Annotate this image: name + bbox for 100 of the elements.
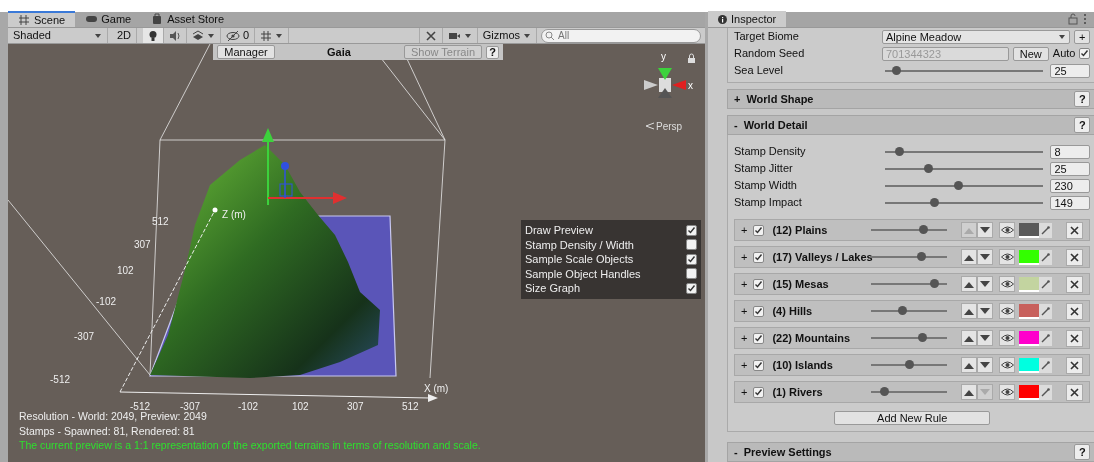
slider[interactable] <box>885 69 1044 72</box>
move-down-button[interactable] <box>977 222 994 238</box>
help-button[interactable]: ? <box>1074 444 1091 460</box>
move-up-button[interactable] <box>961 249 978 265</box>
eyedropper-button[interactable] <box>1039 384 1053 400</box>
move-up-button[interactable] <box>961 384 978 400</box>
slider-thumb[interactable] <box>916 252 926 261</box>
slider[interactable] <box>885 167 1044 170</box>
expand-toggle[interactable]: + <box>741 329 748 347</box>
eyedropper-button[interactable] <box>1039 249 1053 265</box>
scene-tab[interactable]: Game <box>75 11 142 27</box>
checkbox[interactable] <box>753 224 765 236</box>
checkbox[interactable] <box>753 332 765 344</box>
help-button[interactable]: ? <box>1074 91 1091 107</box>
eyedropper-button[interactable] <box>1039 330 1053 346</box>
number-field[interactable]: 8 <box>1050 144 1091 159</box>
color-swatch[interactable] <box>1019 303 1040 319</box>
color-swatch[interactable] <box>1019 330 1040 346</box>
visibility-button[interactable] <box>999 249 1016 265</box>
move-up-button[interactable] <box>961 303 978 319</box>
lock-icon[interactable] <box>688 53 695 63</box>
perspective-icon[interactable] <box>645 122 655 130</box>
expand-toggle[interactable]: - <box>734 116 738 134</box>
color-swatch[interactable] <box>1019 384 1040 400</box>
tools-button[interactable] <box>418 28 443 43</box>
inspector-tab[interactable]: Inspector <box>708 11 787 27</box>
color-swatch[interactable] <box>1019 357 1040 373</box>
number-field[interactable]: 25 <box>1050 161 1091 176</box>
checkbox[interactable] <box>753 305 765 317</box>
checkbox[interactable] <box>753 386 765 398</box>
biome-dropdown[interactable]: Alpine Meadow <box>882 29 1070 44</box>
expand-toggle[interactable]: + <box>741 221 748 239</box>
slider[interactable] <box>885 201 1044 204</box>
slider-thumb[interactable] <box>897 306 907 315</box>
number-field[interactable]: 149 <box>1050 195 1091 210</box>
add-new-rule-button[interactable]: Add New Rule <box>834 411 991 425</box>
move-up-button[interactable] <box>961 330 978 346</box>
checkbox[interactable] <box>686 224 697 236</box>
move-down-button[interactable] <box>977 276 994 292</box>
number-field[interactable]: 25 <box>1050 63 1091 78</box>
expand-toggle[interactable]: + <box>741 356 748 374</box>
remove-button[interactable] <box>1066 248 1084 266</box>
search-field[interactable]: All <box>541 28 701 43</box>
remove-button[interactable] <box>1066 302 1084 320</box>
move-up-button[interactable] <box>961 357 978 373</box>
color-swatch[interactable] <box>1019 249 1040 265</box>
help-button[interactable]: ? <box>1074 117 1091 133</box>
slider-thumb[interactable] <box>917 333 927 342</box>
slider-thumb[interactable] <box>895 146 905 156</box>
slider-thumb[interactable] <box>953 180 963 190</box>
slider[interactable] <box>885 150 1044 153</box>
checkbox[interactable] <box>686 253 697 265</box>
add-button[interactable]: + <box>1074 29 1091 44</box>
slider[interactable] <box>885 184 1044 187</box>
visibility-button[interactable] <box>999 357 1016 373</box>
eyedropper-button[interactable] <box>1039 222 1053 238</box>
checkbox[interactable] <box>753 359 765 371</box>
lighting-toggle-button[interactable] <box>143 28 165 43</box>
eyedropper-button[interactable] <box>1039 357 1053 373</box>
remove-button[interactable] <box>1066 329 1084 347</box>
number-field[interactable]: 230 <box>1050 178 1091 193</box>
slider-thumb[interactable] <box>930 197 940 207</box>
manager-button[interactable]: Manager <box>217 45 275 59</box>
slider-thumb[interactable] <box>892 65 902 75</box>
eyedropper-button[interactable] <box>1039 303 1053 319</box>
expand-toggle[interactable]: + <box>741 383 748 401</box>
section-header[interactable]: - Preview Settings ? <box>727 442 1094 462</box>
expand-toggle[interactable]: + <box>734 90 741 108</box>
remove-button[interactable] <box>1066 221 1084 239</box>
slider-thumb[interactable] <box>905 360 915 369</box>
checkbox[interactable] <box>686 282 697 294</box>
visibility-button[interactable] <box>999 330 1016 346</box>
scene-tab[interactable]: Asset Store <box>141 11 235 27</box>
checkbox[interactable] <box>753 251 765 263</box>
visibility-button[interactable] <box>999 222 1016 238</box>
expand-toggle[interactable]: + <box>741 275 748 293</box>
section-header[interactable]: - World Detail ? <box>727 115 1094 135</box>
color-swatch[interactable] <box>1019 222 1040 238</box>
visibility-button[interactable] <box>999 384 1016 400</box>
orientation-gizmo-drawing[interactable] <box>644 68 686 98</box>
move-down-button[interactable] <box>977 330 994 346</box>
slider-thumb[interactable] <box>919 225 929 234</box>
section-header[interactable]: + World Shape ? <box>727 89 1094 109</box>
visibility-button[interactable] <box>999 276 1016 292</box>
move-down-button[interactable] <box>977 249 994 265</box>
slider-thumb[interactable] <box>923 163 933 173</box>
expand-toggle[interactable]: - <box>734 443 738 461</box>
visibility-button[interactable] <box>999 303 1016 319</box>
move-down-button[interactable] <box>977 303 994 319</box>
color-swatch[interactable] <box>1019 276 1040 292</box>
help-button[interactable]: ? <box>486 45 499 59</box>
checkbox[interactable] <box>686 268 697 280</box>
eyedropper-button[interactable] <box>1039 276 1053 292</box>
move-up-button[interactable] <box>961 276 978 292</box>
expand-toggle[interactable]: + <box>741 302 748 320</box>
remove-button[interactable] <box>1066 383 1084 401</box>
move-down-button[interactable] <box>977 357 994 373</box>
expand-toggle[interactable]: + <box>741 248 748 266</box>
remove-button[interactable] <box>1066 356 1084 374</box>
scene-tab[interactable]: Scene <box>8 11 76 27</box>
